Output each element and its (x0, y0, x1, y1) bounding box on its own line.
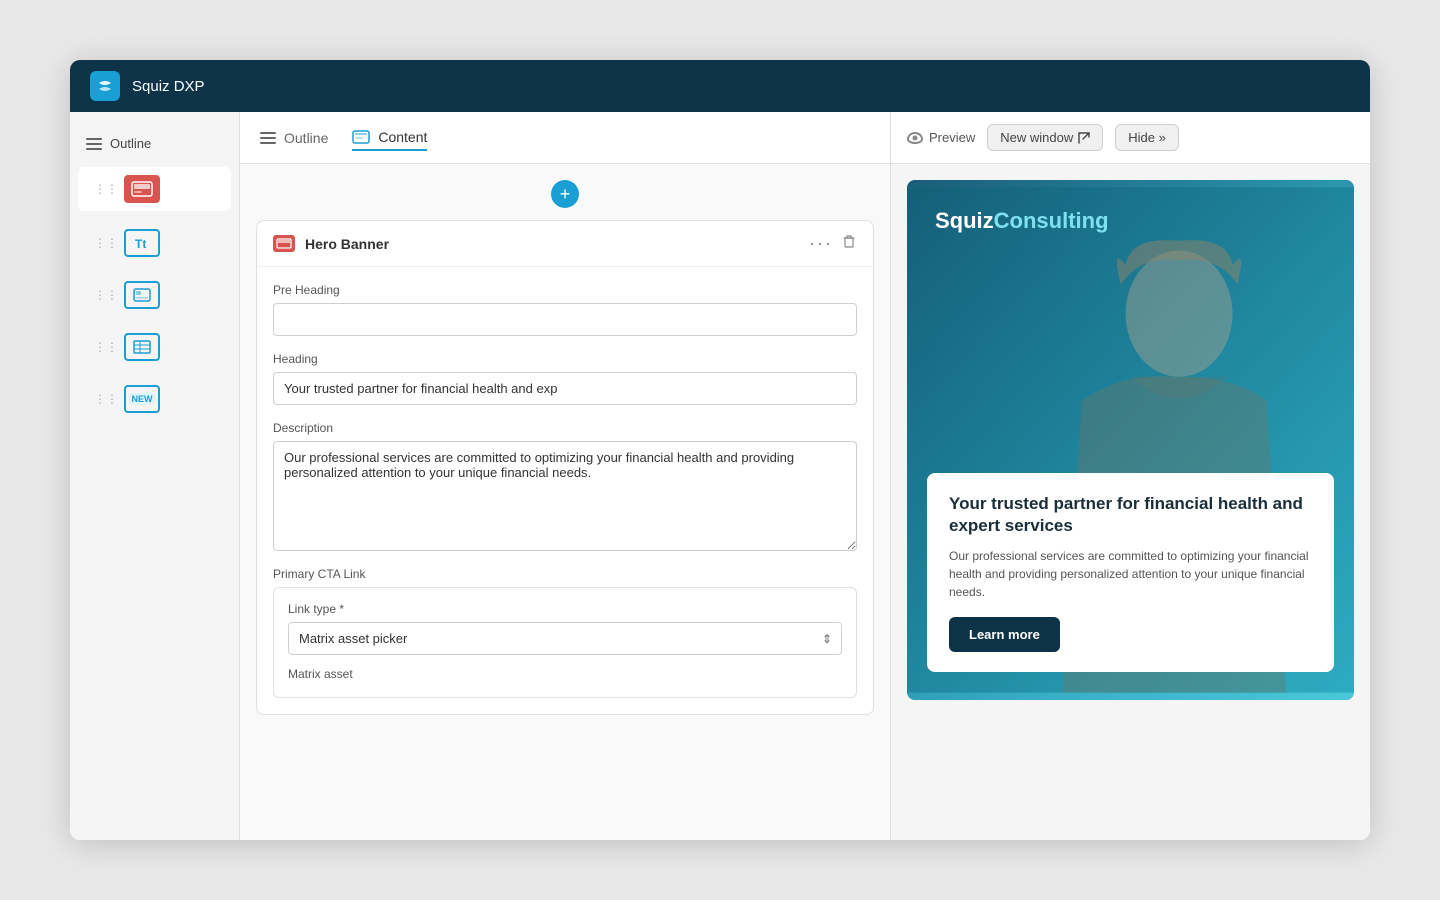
new-window-button[interactable]: New window (987, 124, 1103, 151)
heading-field: Heading (273, 352, 857, 405)
hero-preview: SquizConsulting Your trusted partner for… (907, 180, 1354, 700)
outline-tab-icon (260, 132, 276, 144)
heading-input[interactable] (273, 372, 857, 405)
component-header-icon (273, 235, 295, 252)
link-type-label: Link type * (288, 602, 842, 616)
tab-content[interactable]: Content (352, 125, 427, 151)
svg-text:Tt: Tt (135, 237, 146, 250)
add-component-button[interactable]: + (551, 180, 579, 208)
sidebar-item-media[interactable]: ⋮⋮ (78, 273, 231, 317)
app-logo (90, 71, 120, 101)
app-title: Squiz DXP (132, 78, 205, 95)
sidebar-item-text[interactable]: ⋮⋮ Tt (78, 221, 231, 265)
hide-button[interactable]: Hide » (1115, 124, 1179, 151)
hero-cta-button[interactable]: Learn more (949, 617, 1060, 652)
hero-background: SquizConsulting Your trusted partner for… (907, 180, 1354, 700)
app-shell: Squiz DXP Outline ⋮⋮ (0, 0, 1440, 900)
hero-banner-icon (124, 175, 160, 203)
content-tab-icon (352, 130, 370, 144)
drag-handle-icon: ⋮⋮ (94, 340, 118, 354)
component-header: Hero Banner ··· (257, 221, 873, 267)
link-type-select-wrapper: Matrix asset picker URL Email Phone ⇕ (288, 622, 842, 655)
primary-cta-label: Primary CTA Link (273, 567, 857, 581)
external-link-icon (1078, 132, 1090, 144)
drag-handle-icon: ⋮⋮ (94, 182, 118, 196)
app-window: Squiz DXP Outline ⋮⋮ (70, 60, 1370, 840)
text-icon: Tt (124, 229, 160, 257)
matrix-asset-label: Matrix asset (288, 667, 353, 681)
preview-panel: Preview New window Hide » (890, 112, 1370, 840)
tab-outline[interactable]: Outline (260, 126, 328, 150)
drag-handle-icon: ⋮⋮ (94, 236, 118, 250)
sidebar-item-new[interactable]: ⋮⋮ NEW (78, 377, 231, 421)
media-icon (124, 281, 160, 309)
preview-label: Preview (907, 130, 975, 145)
preview-content: SquizConsulting Your trusted partner for… (891, 164, 1370, 840)
top-bar: Squiz DXP (70, 60, 1370, 112)
outline-label: Outline (110, 136, 151, 151)
link-type-select[interactable]: Matrix asset picker URL Email Phone (288, 622, 842, 655)
content-panel: Outline Content + (240, 112, 890, 840)
hero-card-description: Our professional services are committed … (949, 547, 1312, 601)
panel-body: + Hero Banner ··· (240, 164, 890, 840)
pre-heading-input[interactable] (273, 303, 857, 336)
link-type-row: Link type * Matrix asset picker URL Emai… (288, 602, 842, 655)
table-icon (124, 333, 160, 361)
matrix-asset-row: Matrix asset (288, 665, 842, 683)
description-label: Description (273, 421, 857, 435)
sidebar-item-hero[interactable]: ⋮⋮ (78, 167, 231, 211)
add-component-row: + (256, 180, 874, 208)
component-actions: ··· (809, 233, 857, 254)
new-badge-icon: NEW (124, 385, 160, 413)
panel-tabs: Outline Content (240, 112, 890, 164)
cta-box: Link type * Matrix asset picker URL Emai… (273, 587, 857, 698)
hero-card-heading: Your trusted partner for financial healt… (949, 493, 1312, 537)
component-block-hero: Hero Banner ··· (256, 220, 874, 715)
hero-brand: SquizConsulting (935, 208, 1109, 234)
description-input[interactable]: Our professional services are committed … (273, 441, 857, 551)
pre-heading-field: Pre Heading (273, 283, 857, 336)
component-title: Hero Banner (305, 236, 799, 252)
heading-label: Heading (273, 352, 857, 366)
sidebar-item-table[interactable]: ⋮⋮ (78, 325, 231, 369)
primary-cta-field: Primary CTA Link Link type * Mat (273, 567, 857, 698)
hamburger-icon (86, 138, 102, 150)
component-more-button[interactable]: ··· (809, 233, 833, 254)
form-fields: Pre Heading Heading Description (257, 267, 873, 714)
description-field: Description Our professional services ar… (273, 421, 857, 551)
drag-handle-icon: ⋮⋮ (94, 288, 118, 302)
preview-header: Preview New window Hide » (891, 112, 1370, 164)
main-area: Outline ⋮⋮ ⋮⋮ Tt (70, 112, 1370, 840)
hero-card: Your trusted partner for financial healt… (927, 473, 1334, 672)
preview-eye-icon (907, 132, 923, 144)
sidebar: Outline ⋮⋮ ⋮⋮ Tt (70, 112, 240, 840)
sidebar-outline-header: Outline (70, 128, 239, 159)
drag-handle-icon: ⋮⋮ (94, 392, 118, 406)
pre-heading-label: Pre Heading (273, 283, 857, 297)
component-delete-button[interactable] (841, 233, 857, 254)
